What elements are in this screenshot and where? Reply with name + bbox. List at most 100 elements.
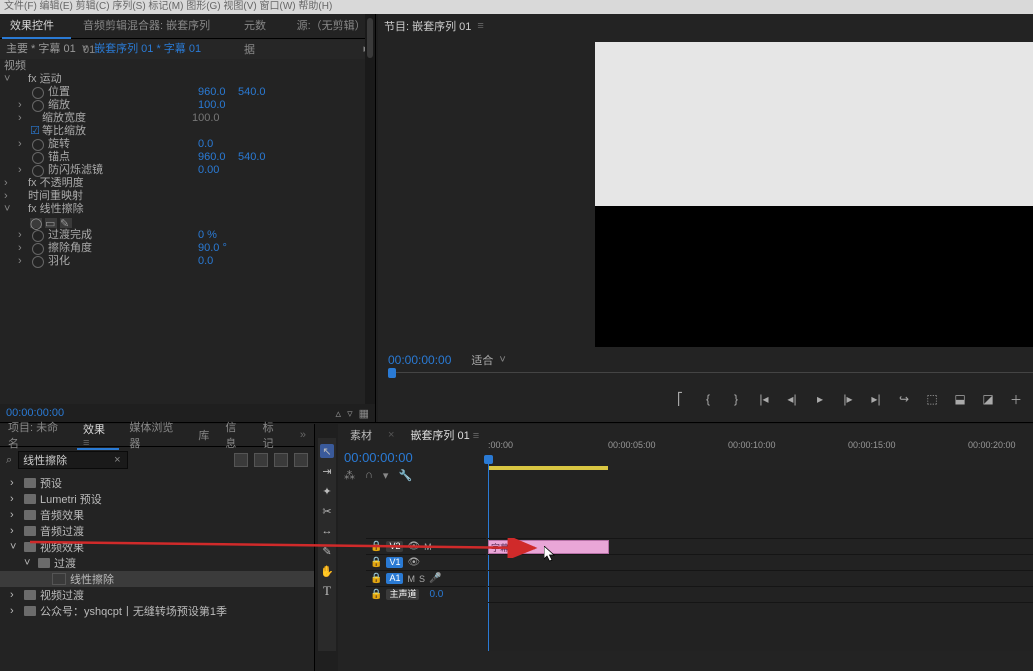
track-tag[interactable]: 主声道 <box>386 589 419 600</box>
ec-property-row[interactable]: 锚点960.0540.0 <box>0 151 363 164</box>
program-ruler[interactable] <box>388 368 1033 380</box>
app-menu-bar[interactable]: 文件(F) 编辑(E) 剪辑(C) 序列(S) 标记(M) 图形(G) 视图(V… <box>0 0 1033 14</box>
lock-icon[interactable]: 🔒 <box>370 541 382 552</box>
keyframe-stopwatch-icon[interactable] <box>32 87 44 99</box>
tab-effects[interactable]: 效果 ≡ <box>75 421 121 449</box>
eye-icon[interactable]: 👁 <box>407 557 420 568</box>
ec-property-row[interactable]: › 时间重映射 <box>0 190 363 203</box>
solo-icon[interactable]: S <box>419 574 425 584</box>
ec-property-row[interactable]: ›过渡完成0 % <box>0 229 363 242</box>
effect-folder[interactable]: ›视频过渡 <box>0 587 314 603</box>
hand-tool-icon[interactable]: ✋ <box>320 564 334 578</box>
keyframe-stopwatch-icon[interactable] <box>32 230 44 242</box>
go-in-icon[interactable]: } <box>729 392 743 406</box>
keyframe-stopwatch-icon[interactable] <box>32 256 44 268</box>
selection-tool-icon[interactable]: ↖ <box>320 444 334 458</box>
lock-icon[interactable]: 🔒 <box>370 557 382 568</box>
mark-in-icon[interactable]: ⎡ <box>673 392 687 406</box>
effect-folder[interactable]: ˅视频效果 <box>0 539 314 555</box>
track-header[interactable]: 🔒主声道0.0 <box>366 586 486 602</box>
folder-icon[interactable] <box>274 453 288 467</box>
property-value[interactable]: 0 % <box>198 229 238 242</box>
tab-markers[interactable]: 标记 <box>255 419 292 451</box>
ec-property-row[interactable]: ˅fx 运动 <box>0 73 363 86</box>
effect-folder[interactable]: ˅过渡 <box>0 555 314 571</box>
mark-out-icon[interactable]: { <box>701 392 715 406</box>
eye-icon[interactable]: 👁 <box>407 541 420 552</box>
step-fwd-icon[interactable]: ▸| <box>869 392 883 406</box>
ec-property-row[interactable]: ›缩放宽度100.0 <box>0 112 363 125</box>
extract-icon[interactable]: ⬓ <box>953 392 967 406</box>
folder-icon[interactable] <box>294 453 308 467</box>
slip-tool-icon[interactable]: ↔ <box>320 524 334 538</box>
program-tab[interactable]: 节目: 嵌套序列 01 <box>384 18 471 34</box>
timeline-tab-sequence[interactable]: 嵌套序列 01 ≡ <box>404 427 485 443</box>
effect-folder[interactable]: ›公众号：yshqcpt丨无缝转场预设第1季 <box>0 603 314 619</box>
property-value[interactable]: 100.0 <box>192 112 232 125</box>
effects-search-input[interactable] <box>18 451 128 469</box>
effect-folder[interactable]: ›音频过渡 <box>0 523 314 539</box>
track-value[interactable]: 0.0 <box>429 589 443 600</box>
tab-library[interactable]: 库 <box>190 427 217 443</box>
preset-icon[interactable] <box>234 453 248 467</box>
mute-icon[interactable]: M <box>407 574 415 584</box>
mute-icon[interactable]: M <box>424 542 432 552</box>
timeline-tab-source[interactable]: 素材 <box>344 427 378 443</box>
program-viewer[interactable] <box>595 42 1033 347</box>
effect-folder[interactable]: ›预设 <box>0 475 314 491</box>
settings-icon[interactable]: ＋ <box>1009 392 1023 406</box>
lift-icon[interactable]: ⬚ <box>925 392 939 406</box>
program-timecode[interactable]: 00:00:00:00 <box>388 353 451 367</box>
export-frame-icon[interactable]: ◪ <box>981 392 995 406</box>
type-tool-icon[interactable]: T <box>320 584 334 598</box>
property-value[interactable]: 960.0 <box>198 151 238 164</box>
tab-effect-controls[interactable]: 效果控件 ≡ <box>0 14 73 38</box>
ec-scrollbar[interactable] <box>365 14 375 422</box>
timeline-content[interactable]: 字幕 01 <box>488 470 1033 651</box>
tab-media-browser[interactable]: 媒体浏览器 <box>121 419 190 451</box>
play-icon[interactable]: ▸ <box>813 392 827 406</box>
next-frame-icon[interactable]: |▸ <box>841 392 855 406</box>
folder-icon[interactable] <box>254 453 268 467</box>
ec-property-row[interactable]: 位置960.0540.0 <box>0 86 363 99</box>
prev-frame-icon[interactable]: ◂| <box>785 392 799 406</box>
property-value[interactable]: 0.0 <box>198 138 238 151</box>
track-tag[interactable]: V2 <box>386 541 403 552</box>
snap-icon[interactable]: ⁂ <box>344 469 355 482</box>
effect-folder[interactable]: ›音频效果 <box>0 507 314 523</box>
ec-property-row[interactable]: ◯▭✎ <box>0 216 363 229</box>
clear-search-icon[interactable]: × <box>114 454 120 466</box>
go-out-icon[interactable]: ↪ <box>897 392 911 406</box>
property-value[interactable]: 90.0 ° <box>198 242 238 255</box>
keyframe-stopwatch-icon[interactable] <box>32 152 44 164</box>
ec-property-row[interactable]: ›旋转0.0 <box>0 138 363 151</box>
wrench-icon[interactable]: 🔧 <box>398 469 412 482</box>
mask-rect-icon[interactable]: ▭ <box>45 218 57 228</box>
ec-property-row[interactable]: ˅fx 线性擦除 <box>0 203 363 216</box>
keyframe-stopwatch-icon[interactable] <box>32 100 44 112</box>
pager-icon[interactable]: ▦ <box>359 407 369 420</box>
keyframe-stopwatch-icon[interactable] <box>32 165 44 177</box>
tab-source[interactable]: 源:（无剪辑） <box>287 14 375 38</box>
ec-property-row[interactable]: ›缩放100.0 <box>0 99 363 112</box>
track-select-tool-icon[interactable]: ⇥ <box>320 464 334 478</box>
ec-property-row[interactable]: ›羽化0.0 <box>0 255 363 268</box>
track-header[interactable]: 🔒V1👁 <box>366 554 486 570</box>
track-header[interactable]: 🔒A1MS🎤 <box>366 570 486 586</box>
track-tag[interactable]: A1 <box>386 573 403 584</box>
tab-info[interactable]: 信息 <box>217 419 254 451</box>
ec-pager[interactable]: ▵▿▦ <box>336 407 369 420</box>
ec-property-row[interactable]: ☑等比缩放 <box>0 125 363 138</box>
effect-item[interactable]: 线性擦除 <box>0 571 314 587</box>
lock-icon[interactable]: 🔒 <box>370 573 382 584</box>
program-zoom-select[interactable]: 适合˅ <box>471 352 505 368</box>
timeline-ruler[interactable]: :00:0000:00:05:0000:00:10:0000:00:15:000… <box>488 454 1033 468</box>
effect-folder[interactable]: ›Lumetri 预设 <box>0 491 314 507</box>
keyframe-stopwatch-icon[interactable] <box>32 139 44 151</box>
property-value[interactable]: 100.0 <box>198 99 238 112</box>
track-header[interactable]: 🔒 V2 👁 M <box>366 538 486 554</box>
property-value[interactable]: 0.0 <box>198 255 238 268</box>
keyframe-stopwatch-icon[interactable] <box>32 243 44 255</box>
ec-property-row[interactable]: ›防闪烁滤镜0.00 <box>0 164 363 177</box>
tabs-overflow-icon[interactable]: » <box>292 429 314 441</box>
